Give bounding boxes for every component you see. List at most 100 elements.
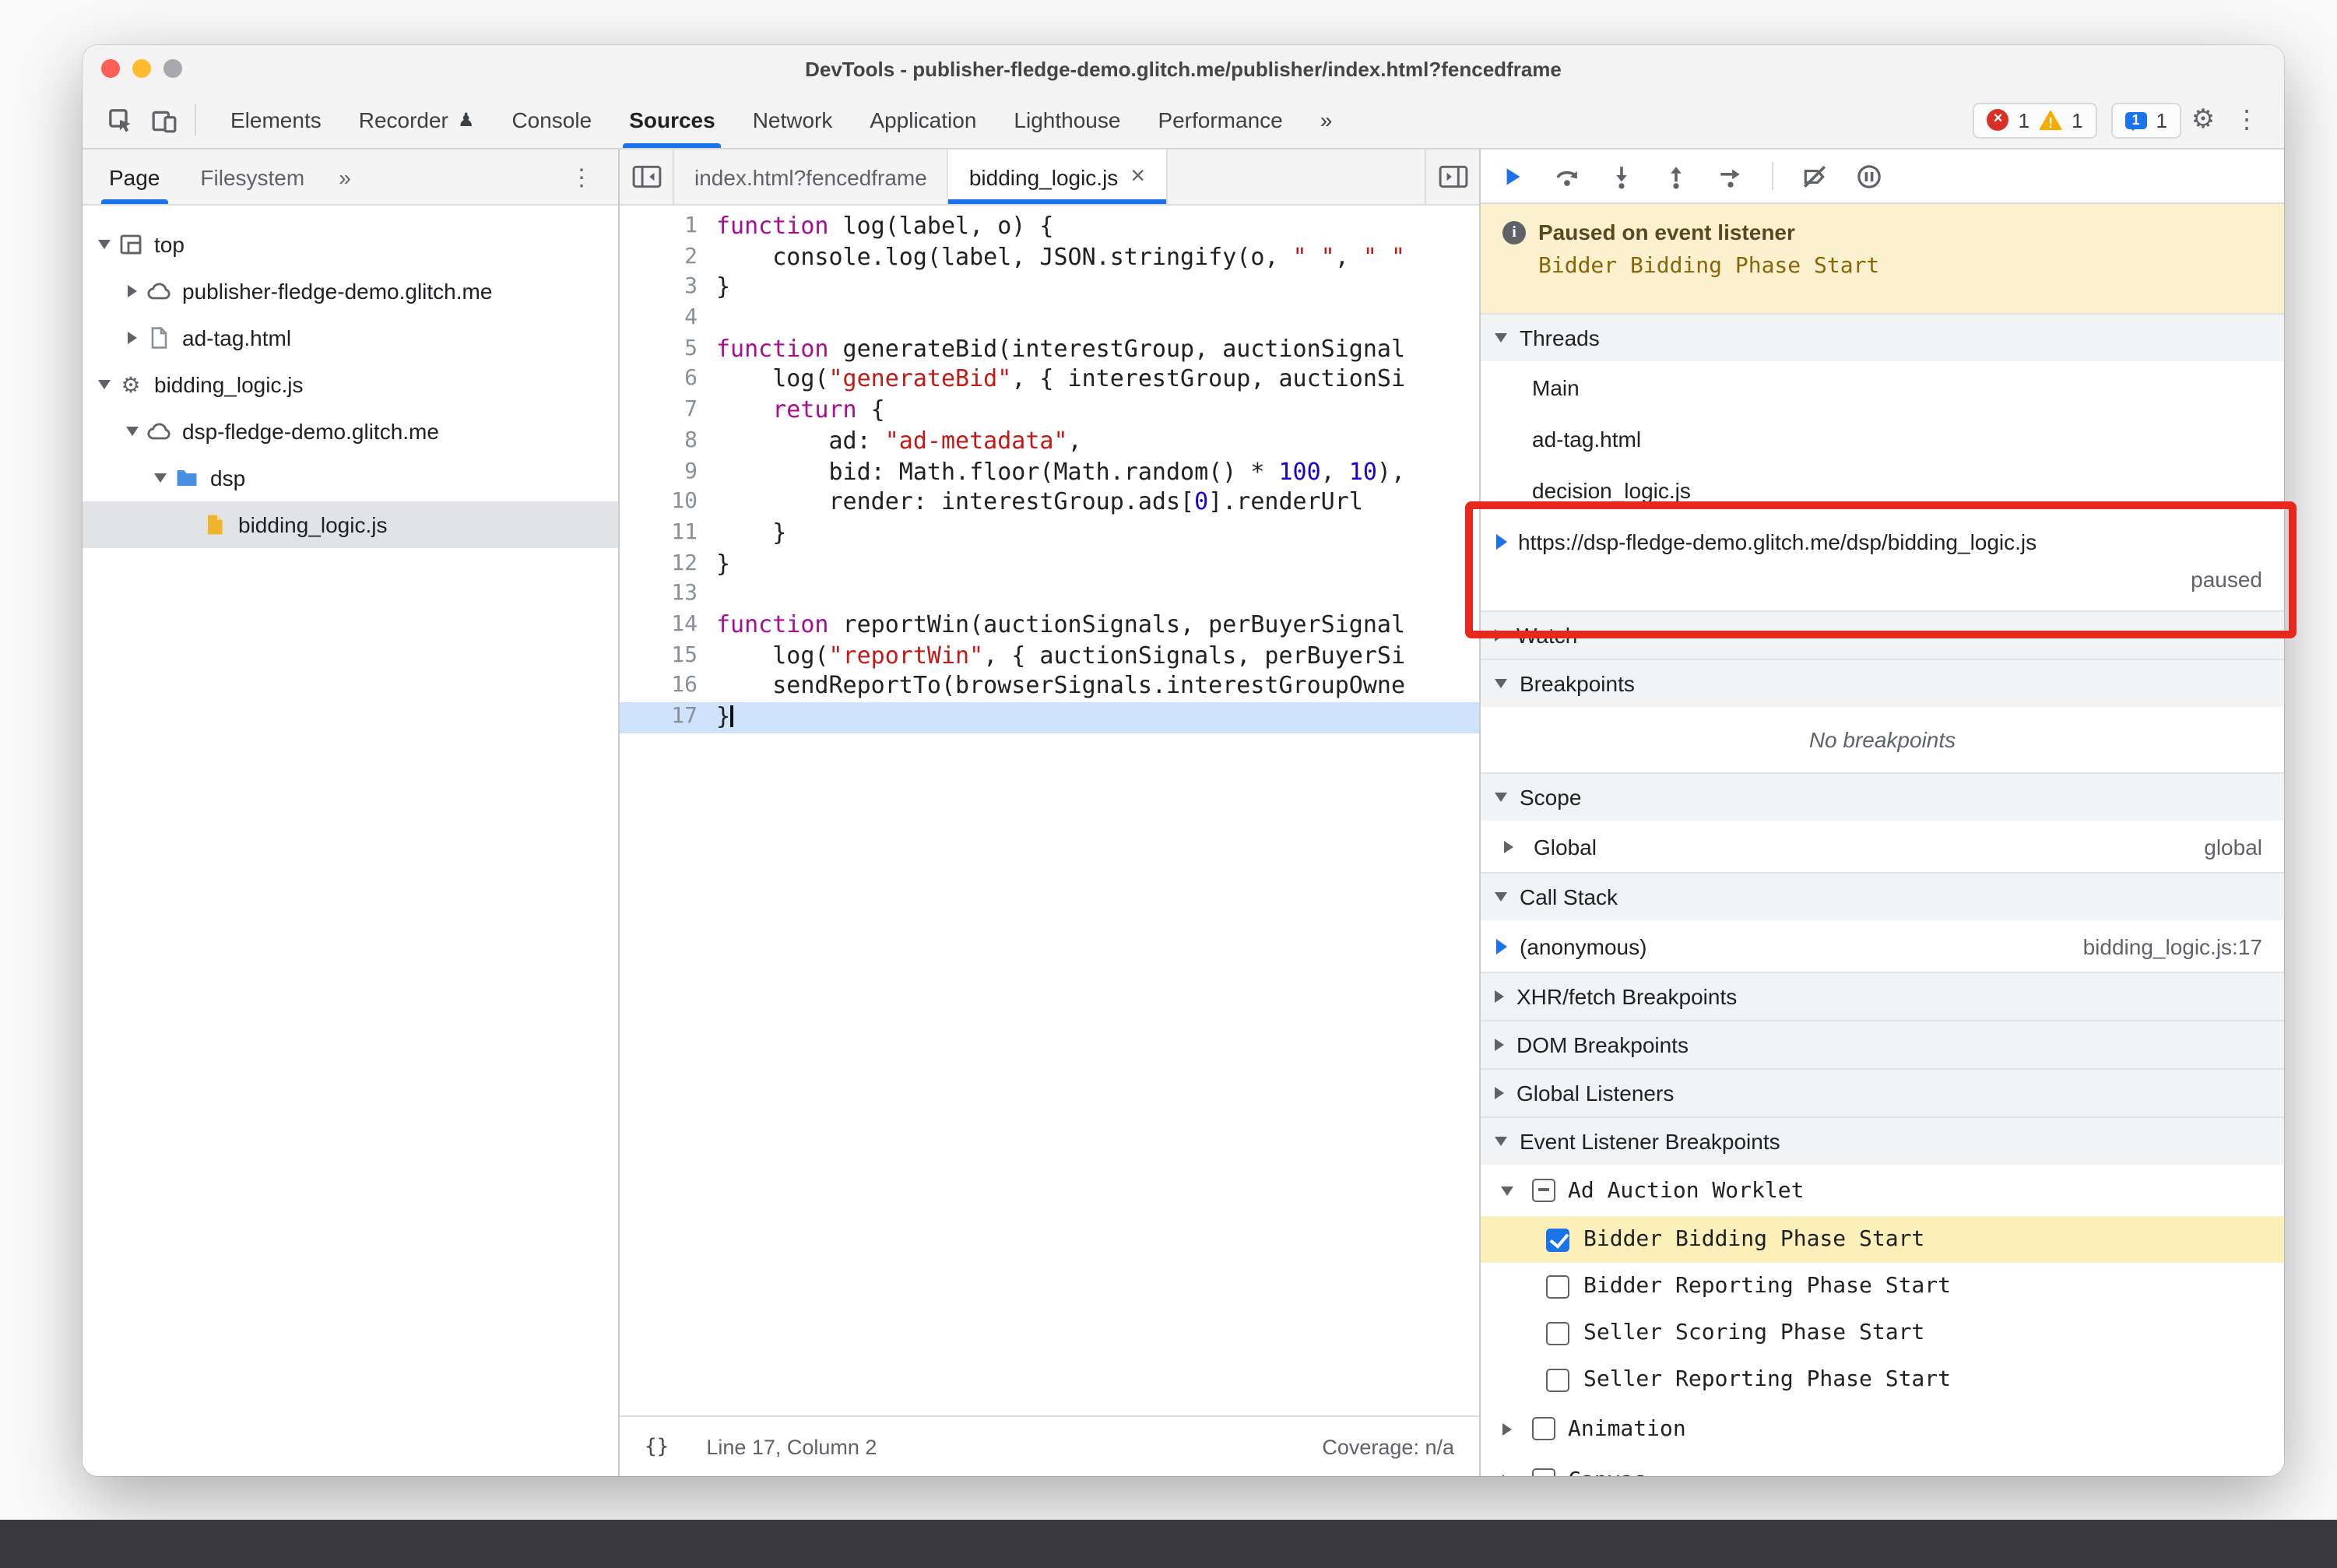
open-preview-button[interactable] bbox=[1425, 149, 1479, 204]
line-number[interactable]: 10 bbox=[620, 487, 716, 518]
line-number[interactable]: 17 bbox=[620, 702, 716, 733]
step-out-button[interactable] bbox=[1663, 163, 1689, 189]
line-number[interactable]: 2 bbox=[620, 242, 716, 272]
collapse-icon[interactable] bbox=[120, 332, 145, 344]
tab-network[interactable]: Network bbox=[734, 92, 852, 148]
tree-item-top[interactable]: top bbox=[83, 221, 618, 268]
thread-item[interactable]: Main bbox=[1481, 361, 2284, 413]
breakpoints-header[interactable]: Breakpoints bbox=[1481, 660, 2284, 707]
line-number[interactable]: 6 bbox=[620, 365, 716, 396]
console-status-button[interactable]: × 1 ! 1 bbox=[1973, 102, 2097, 138]
deactivate-breakpoints-button[interactable] bbox=[1801, 163, 1828, 189]
elb-child-row[interactable]: Bidder Reporting Phase Start bbox=[1481, 1263, 2284, 1310]
code-text[interactable]: bid: Math.floor(Math.random() * 100, 10)… bbox=[716, 457, 1479, 487]
tree-item-bidding-worklet[interactable]: ⚙ bidding_logic.js bbox=[83, 361, 618, 408]
tab-recorder[interactable]: Recorder ♟ bbox=[340, 92, 494, 148]
global-listeners-header[interactable]: Global Listeners bbox=[1481, 1070, 2284, 1116]
code-text[interactable] bbox=[716, 580, 1479, 610]
code-text[interactable]: function reportWin(auctionSignals, perBu… bbox=[716, 610, 1479, 641]
line-number[interactable]: 11 bbox=[620, 519, 716, 549]
scope-global-row[interactable]: Global global bbox=[1481, 821, 2284, 872]
breakpoint-checkbox[interactable] bbox=[1546, 1321, 1569, 1345]
line-number[interactable]: 15 bbox=[620, 641, 716, 671]
inspect-element-button[interactable] bbox=[98, 98, 142, 142]
event-listener-breakpoints-header[interactable]: Event Listener Breakpoints bbox=[1481, 1118, 2284, 1165]
close-window-button[interactable] bbox=[101, 59, 120, 78]
expand-icon[interactable] bbox=[1495, 1186, 1520, 1195]
checkbox-ad-auction-worklet[interactable] bbox=[1532, 1179, 1555, 1202]
code-editor[interactable]: 1 function log(label, o) {2 console.log(l… bbox=[620, 206, 1479, 1415]
code-text[interactable]: console.log(label, JSON.stringify(o, " "… bbox=[716, 242, 1479, 272]
collapse-icon[interactable] bbox=[1496, 840, 1521, 853]
elb-child-row[interactable]: Seller Reporting Phase Start bbox=[1481, 1356, 2284, 1403]
navigator-menu-icon[interactable]: ⋮ bbox=[551, 163, 612, 191]
issues-button[interactable]: 1 1 bbox=[2110, 102, 2181, 138]
elb-child-row[interactable]: Bidder Bidding Phase Start bbox=[1481, 1216, 2284, 1263]
tab-elements[interactable]: Elements bbox=[212, 92, 340, 148]
tab-page[interactable]: Page bbox=[89, 149, 180, 204]
elb-group-animation[interactable]: Animation bbox=[1481, 1403, 2284, 1454]
collapse-icon[interactable] bbox=[1495, 1474, 1520, 1476]
tree-item-publisher-domain[interactable]: publisher-fledge-demo.glitch.me bbox=[83, 268, 618, 315]
tree-item-dsp-domain[interactable]: dsp-fledge-demo.glitch.me bbox=[83, 408, 618, 455]
tree-item-bidding-logic-file[interactable]: bidding_logic.js bbox=[83, 501, 618, 548]
code-text[interactable]: render: interestGroup.ads[0].renderUrl bbox=[716, 487, 1479, 518]
line-number[interactable]: 12 bbox=[620, 549, 716, 579]
elb-group-canvas[interactable]: Canvas bbox=[1481, 1454, 2284, 1476]
elb-group-ad-auction-worklet[interactable]: Ad Auction Worklet bbox=[1481, 1165, 2284, 1216]
dom-breakpoints-header[interactable]: DOM Breakpoints bbox=[1481, 1021, 2284, 1068]
tab-performance[interactable]: Performance bbox=[1139, 92, 1301, 148]
hide-navigator-button[interactable] bbox=[620, 149, 674, 204]
code-text[interactable]: function log(label, o) { bbox=[716, 212, 1479, 242]
line-number[interactable]: 7 bbox=[620, 396, 716, 426]
line-number[interactable]: 14 bbox=[620, 610, 716, 641]
code-text[interactable]: ad: "ad-metadata", bbox=[716, 427, 1479, 457]
settings-gear-icon[interactable]: ⚙ bbox=[2181, 98, 2225, 142]
tab-sources[interactable]: Sources bbox=[610, 92, 734, 148]
tab-filesystem[interactable]: Filesystem bbox=[180, 149, 325, 204]
tree-item-ad-tag[interactable]: ad-tag.html bbox=[83, 315, 618, 361]
breakpoint-checkbox[interactable] bbox=[1546, 1228, 1569, 1251]
breakpoint-checkbox[interactable] bbox=[1546, 1368, 1569, 1391]
step-over-button[interactable] bbox=[1554, 163, 1580, 189]
breakpoint-checkbox[interactable] bbox=[1546, 1274, 1569, 1298]
xhr-breakpoints-header[interactable]: XHR/fetch Breakpoints bbox=[1481, 973, 2284, 1020]
pause-on-exceptions-button[interactable] bbox=[1856, 163, 1882, 189]
scope-header[interactable]: Scope bbox=[1481, 774, 2284, 821]
tree-item-dsp-folder[interactable]: dsp bbox=[83, 455, 618, 501]
code-text[interactable]: log("generateBid", { interestGroup, auct… bbox=[716, 365, 1479, 396]
elb-child-row[interactable]: Seller Scoring Phase Start bbox=[1481, 1310, 2284, 1356]
zoom-window-button[interactable] bbox=[163, 59, 182, 78]
expand-icon[interactable] bbox=[92, 380, 117, 389]
pretty-print-button[interactable]: {} bbox=[645, 1435, 669, 1458]
expand-icon[interactable] bbox=[92, 240, 117, 249]
collapse-icon[interactable] bbox=[120, 285, 145, 297]
code-text[interactable]: log("reportWin", { auctionSignals, perBu… bbox=[716, 641, 1479, 671]
code-text[interactable]: return { bbox=[716, 396, 1479, 426]
checkbox-canvas[interactable] bbox=[1532, 1468, 1555, 1476]
collapse-icon[interactable] bbox=[1495, 1422, 1520, 1435]
line-number[interactable]: 4 bbox=[620, 304, 716, 334]
tab-application[interactable]: Application bbox=[851, 92, 995, 148]
editor-tab-bidding-logic[interactable]: bidding_logic.js × bbox=[948, 149, 1167, 204]
step-into-button[interactable] bbox=[1608, 163, 1635, 189]
checkbox-animation[interactable] bbox=[1532, 1417, 1555, 1440]
code-text[interactable]: } bbox=[716, 549, 1479, 579]
thread-item[interactable]: ad-tag.html bbox=[1481, 413, 2284, 464]
close-tab-icon[interactable]: × bbox=[1130, 163, 1145, 191]
device-toolbar-button[interactable] bbox=[142, 98, 185, 142]
expand-icon[interactable] bbox=[148, 473, 173, 483]
code-text[interactable]: } bbox=[716, 273, 1479, 304]
line-number[interactable]: 16 bbox=[620, 672, 716, 702]
more-panels-button[interactable]: » bbox=[1302, 92, 1351, 148]
line-number[interactable]: 8 bbox=[620, 427, 716, 457]
minimize-window-button[interactable] bbox=[132, 59, 151, 78]
code-text[interactable]: function generateBid(interestGroup, auct… bbox=[716, 335, 1479, 365]
threads-header[interactable]: Threads bbox=[1481, 315, 2284, 361]
expand-icon[interactable] bbox=[120, 427, 145, 436]
tab-console[interactable]: Console bbox=[493, 92, 610, 148]
code-text[interactable] bbox=[716, 304, 1479, 334]
more-navigator-tabs-button[interactable]: » bbox=[325, 164, 365, 189]
step-button[interactable] bbox=[1717, 163, 1744, 189]
line-number[interactable]: 9 bbox=[620, 457, 716, 487]
